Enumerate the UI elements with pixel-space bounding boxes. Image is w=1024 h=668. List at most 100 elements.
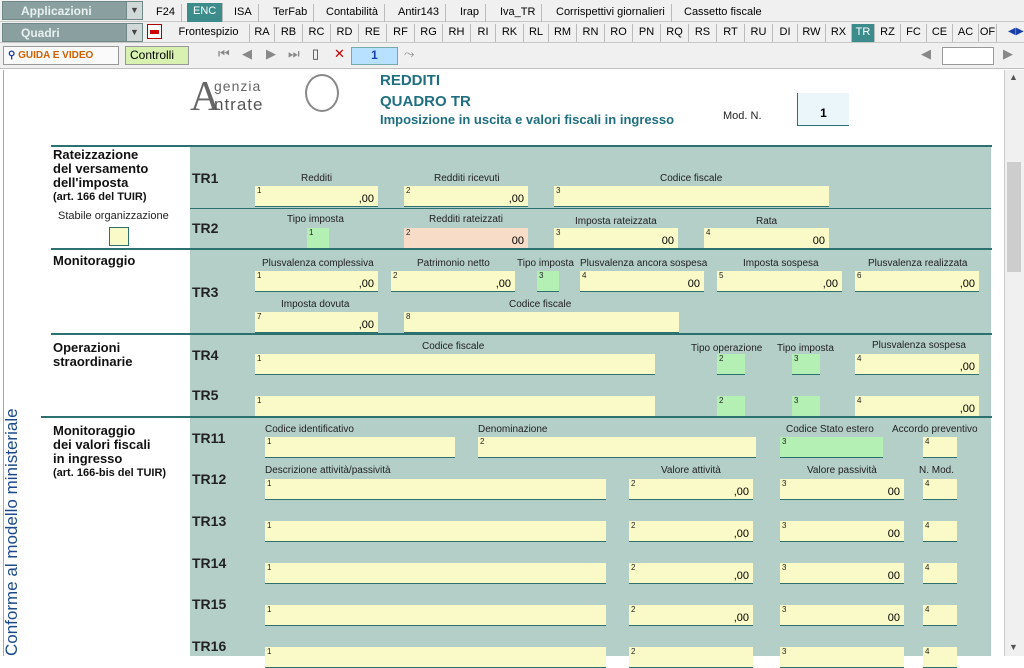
tr2-imposta-rateizzata-field[interactable]: 3 00	[554, 228, 678, 249]
tr3-tipo-imposta-field[interactable]: 3	[537, 271, 559, 292]
scroll-up-icon[interactable]: ▲	[1009, 72, 1018, 82]
tr12-valore-passivita-field[interactable]: 3 00	[780, 479, 904, 500]
tab-di[interactable]: DI	[773, 24, 798, 42]
tr3-codice-fiscale-field[interactable]: 8	[404, 312, 679, 333]
scroll-right-icon[interactable]: ▶	[1003, 46, 1013, 62]
tab-rk[interactable]: RK	[496, 24, 524, 42]
tab-rt[interactable]: RT	[717, 24, 745, 42]
tab-irap[interactable]: Irap	[454, 4, 486, 22]
tab-frontespizio[interactable]: Frontespizio	[168, 24, 250, 42]
tab-ru[interactable]: RU	[745, 24, 773, 42]
tr12-valore-attivita-field[interactable]: 2,00	[629, 479, 753, 500]
tr3-patrimonio-netto-field[interactable]: 2,00	[391, 271, 515, 292]
tr11-accordo-preventivo-field[interactable]: 4	[923, 437, 957, 458]
tr15-descrizione-field[interactable]: 1	[265, 605, 606, 626]
chevron-down-icon[interactable]: ▼	[126, 2, 142, 19]
tab-rz[interactable]: RZ	[875, 24, 901, 42]
tr13-descrizione-field[interactable]: 1	[265, 521, 606, 542]
tab-pn[interactable]: PN	[633, 24, 661, 42]
tab-rb[interactable]: RB	[275, 24, 303, 42]
scroll-left-icon[interactable]: ◀	[921, 46, 931, 62]
tr5-tipo-imposta-field[interactable]: 3	[792, 396, 820, 417]
tab-re[interactable]: RE	[359, 24, 387, 42]
tr5-tipo-operazione-field[interactable]: 2	[717, 396, 745, 417]
tab-rf[interactable]: RF	[387, 24, 415, 42]
tab-rm[interactable]: RM	[549, 24, 577, 42]
tab-f24[interactable]: F24	[150, 4, 182, 22]
tab-iva-tr[interactable]: Iva_TR	[494, 4, 543, 22]
pdf-icon[interactable]	[147, 24, 162, 39]
tr11-codice-identificativo-field[interactable]: 1	[265, 437, 455, 458]
controlli-button[interactable]: Controlli	[125, 46, 189, 65]
tr3-imposta-sospesa-field[interactable]: 5,00	[717, 271, 842, 292]
tab-fc[interactable]: FC	[901, 24, 927, 42]
tr15-valore-attivita-field[interactable]: 2,00	[629, 605, 753, 626]
tr14-valore-passivita-field[interactable]: 3 00	[780, 563, 904, 584]
guide-video-button[interactable]: ⚲ GUIDA E VIDEO	[3, 46, 119, 65]
tab-tr[interactable]: TR	[852, 24, 875, 42]
delete-page-icon[interactable]: ✕	[334, 46, 345, 62]
applicazioni-dropdown[interactable]: Applicazioni ▼	[2, 1, 143, 20]
goto-page-icon[interactable]: ⤳	[404, 46, 414, 62]
tab-of[interactable]: OF	[979, 24, 997, 42]
tab-rx[interactable]: RX	[826, 24, 852, 42]
last-page-icon[interactable]: ⏭	[288, 46, 300, 62]
scroll-thumb[interactable]	[1007, 162, 1021, 272]
tr16-valore-passivita-field[interactable]: 3	[780, 647, 904, 668]
tr12-n-mod-field[interactable]: 4	[923, 479, 957, 500]
tr13-valore-attivita-field[interactable]: 2,00	[629, 521, 753, 542]
tab-enc[interactable]: ENC	[187, 3, 224, 22]
first-page-icon[interactable]: ⏮	[218, 46, 230, 62]
tr5-codice-fiscale-field[interactable]: 1	[255, 396, 655, 417]
tr4-plusvalenza-sospesa-field[interactable]: 4,00	[855, 354, 979, 375]
tr1-redditi-field[interactable]: 1,00	[255, 186, 378, 207]
tr15-n-mod-field[interactable]: 4	[923, 605, 957, 626]
tab-rd[interactable]: RD	[331, 24, 359, 42]
chevron-down-icon[interactable]: ▼	[126, 24, 142, 41]
tr1-codice-fiscale-field[interactable]: 3	[554, 186, 829, 207]
tr12-descrizione-field[interactable]: 1	[265, 479, 606, 500]
tr13-valore-passivita-field[interactable]: 3 00	[780, 521, 904, 542]
tr2-tipo-imposta-field[interactable]: 1	[307, 228, 329, 249]
tr4-tipo-imposta-field[interactable]: 3	[792, 354, 820, 375]
tab-isa[interactable]: ISA	[228, 4, 259, 22]
tab-antir143[interactable]: Antir143	[392, 4, 446, 22]
tr3-plusvalenza-ancora-sospesa-field[interactable]: 4 00	[580, 271, 704, 292]
tr3-plusvalenza-complessiva-field[interactable]: 1,00	[255, 271, 378, 292]
tr14-n-mod-field[interactable]: 4	[923, 563, 957, 584]
tr4-codice-fiscale-field[interactable]: 1	[255, 354, 655, 375]
tr3-imposta-dovuta-field[interactable]: 7,00	[255, 312, 378, 333]
scroll-down-icon[interactable]: ▼	[1009, 642, 1018, 652]
tr11-denominazione-field[interactable]: 2	[478, 437, 756, 458]
tab-ce[interactable]: CE	[927, 24, 953, 42]
tab-ri[interactable]: RI	[471, 24, 496, 42]
tab-terfab[interactable]: TerFab	[267, 4, 315, 22]
tr16-n-mod-field[interactable]: 4	[923, 647, 957, 668]
tab-rs[interactable]: RS	[689, 24, 717, 42]
tab-ac[interactable]: AC	[953, 24, 979, 42]
tr15-valore-passivita-field[interactable]: 3 00	[780, 605, 904, 626]
tab-ra[interactable]: RA	[250, 24, 275, 42]
tab-contabilita[interactable]: Contabilità	[320, 4, 385, 22]
tr11-codice-stato-estero-field[interactable]: 3	[780, 437, 883, 458]
tab-rq[interactable]: RQ	[661, 24, 689, 42]
tr4-tipo-operazione-field[interactable]: 2	[717, 354, 745, 375]
tab-ro[interactable]: RO	[605, 24, 633, 42]
mod-number-field[interactable]: 1	[797, 93, 849, 126]
new-page-icon[interactable]: ▯	[312, 46, 319, 62]
quadri-dropdown[interactable]: Quadri ▼	[2, 23, 143, 42]
prev-page-icon[interactable]: ◀	[242, 46, 252, 62]
vertical-scrollbar[interactable]: ▲ ▼	[1004, 70, 1024, 656]
tab-rh[interactable]: RH	[443, 24, 471, 42]
tab-rg[interactable]: RG	[415, 24, 443, 42]
stabile-organizzazione-checkbox[interactable]	[109, 227, 129, 246]
tab-corrispettivi[interactable]: Corrispettivi giornalieri	[550, 4, 672, 22]
tr2-rata-field[interactable]: 4 00	[704, 228, 829, 249]
tab-rl[interactable]: RL	[524, 24, 549, 42]
tr2-redditi-rateizzati-field[interactable]: 2 00	[404, 228, 528, 249]
tr3-plusvalenza-realizzata-field[interactable]: 6,00	[855, 271, 979, 292]
zoom-field[interactable]	[942, 47, 994, 65]
tr13-n-mod-field[interactable]: 4	[923, 521, 957, 542]
scroll-right-icon[interactable]: ▶	[1016, 26, 1024, 37]
tr16-descrizione-field[interactable]: 1	[265, 647, 606, 668]
